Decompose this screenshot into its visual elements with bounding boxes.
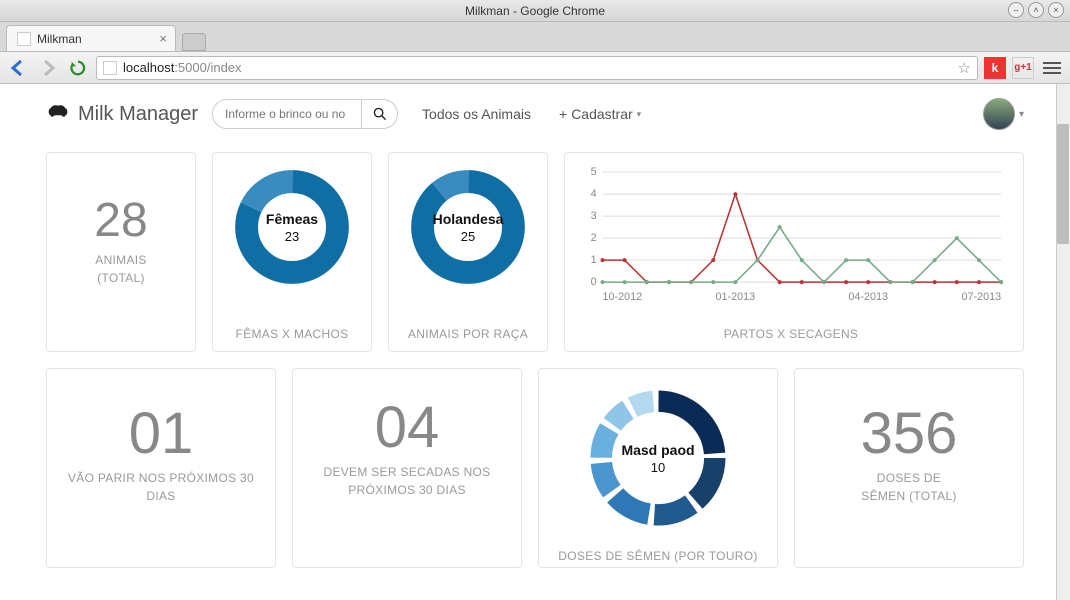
- brand[interactable]: Milk Manager: [46, 101, 198, 127]
- search-input[interactable]: [212, 99, 362, 129]
- forward-button[interactable]: [36, 56, 60, 80]
- page-icon: [103, 61, 117, 75]
- search-icon: [373, 107, 387, 121]
- total-animals-value: 28: [94, 197, 147, 245]
- linechart: 0 1 2 3 4 5 10-2012 01-2013 04-2013 07-2013: [575, 165, 1007, 305]
- donut-femmac-label: Fêmeas: [266, 211, 318, 227]
- chevron-down-icon: ▾: [637, 109, 642, 120]
- card-parir: 01 VÃO PARIR NOS PRÓXIMOS 30 DIAS: [46, 368, 276, 568]
- reload-button[interactable]: [66, 56, 90, 80]
- card-secadas: 04 DEVEM SER SECADAS NOS PRÓXIMOS 30 DIA…: [292, 368, 522, 568]
- search-button[interactable]: [362, 99, 398, 129]
- card-raca: Holandesa 25 ANIMAIS POR RAÇA: [388, 152, 548, 352]
- scroll-thumb[interactable]: [1057, 124, 1069, 244]
- tab-title: Milkman: [37, 32, 82, 46]
- address-bar[interactable]: localhost:5000/index ☆: [96, 56, 978, 80]
- browser-toolbar: localhost:5000/index ☆ k g+1: [0, 52, 1070, 84]
- vertical-scrollbar[interactable]: [1056, 84, 1070, 600]
- search-wrap: [212, 99, 398, 129]
- semen-total-label: DOSES DESÊMEN (TOTAL): [861, 469, 956, 505]
- svg-text:01-2013: 01-2013: [716, 291, 756, 303]
- brand-text: Milk Manager: [78, 103, 198, 126]
- chrome-menu-button[interactable]: [1040, 56, 1064, 80]
- avatar: [983, 98, 1015, 130]
- window-minimize-button[interactable]: –: [1008, 2, 1024, 18]
- favicon-icon: [17, 32, 31, 46]
- card-semen-total: 356 DOSES DESÊMEN (TOTAL): [794, 368, 1024, 568]
- donut-raca: Holandesa 25: [408, 167, 528, 287]
- cow-icon: [46, 101, 70, 127]
- card-semen-touro-caption: DOSES DE SÊMEN (POR TOURO): [558, 533, 757, 563]
- svg-text:2: 2: [591, 232, 597, 244]
- donut-raca-value: 25: [461, 229, 475, 244]
- page-viewport: Milk Manager Todos os Animais + Cadastra…: [0, 84, 1070, 600]
- url-path: :5000/index: [174, 60, 241, 75]
- nav-cadastrar[interactable]: + Cadastrar ▾: [559, 106, 641, 122]
- svg-text:5: 5: [591, 166, 597, 178]
- user-menu[interactable]: ▾: [983, 98, 1024, 130]
- card-semen-touro: Masd paod 10 DOSES DE SÊMEN (POR TOURO): [538, 368, 778, 568]
- card-linechart: 0 1 2 3 4 5 10-2012 01-2013 04-2013 07-2013 PARTO…: [564, 152, 1024, 352]
- donut-touro-label: Masd paod: [621, 442, 694, 458]
- tab-close-icon[interactable]: ×: [159, 31, 167, 46]
- card-total-animals: 28 ANIMAIS(TOTAL): [46, 152, 196, 352]
- svg-text:0: 0: [591, 276, 597, 288]
- secadas-label: DEVEM SER SECADAS NOS PRÓXIMOS 30 DIAS: [303, 463, 511, 499]
- browser-tabstrip: Milkman ×: [0, 22, 1070, 52]
- card-linechart-caption: PARTOS X SECAGENS: [724, 311, 858, 341]
- svg-text:3: 3: [591, 210, 597, 222]
- cadastrar-label: Cadastrar: [571, 106, 632, 122]
- nav-all-animals[interactable]: Todos os Animais: [422, 106, 531, 122]
- svg-text:10-2012: 10-2012: [602, 291, 642, 303]
- donut-femmac-value: 23: [285, 229, 299, 244]
- svg-text:1: 1: [591, 254, 597, 266]
- new-tab-button[interactable]: [182, 33, 206, 51]
- browser-tab[interactable]: Milkman ×: [6, 25, 176, 51]
- card-femmac-caption: FÊMAS X MACHOS: [236, 311, 349, 341]
- donut-raca-label: Holandesa: [433, 211, 504, 227]
- semen-total-value: 356: [861, 405, 958, 463]
- card-raca-caption: ANIMAIS POR RAÇA: [408, 311, 528, 341]
- donut-semen-touro: Masd paod 10: [583, 383, 733, 533]
- window-close-button[interactable]: ×: [1048, 2, 1064, 18]
- parir-value: 01: [129, 405, 194, 463]
- back-button[interactable]: [6, 56, 30, 80]
- secadas-value: 04: [375, 399, 440, 457]
- svg-text:4: 4: [591, 188, 597, 200]
- os-title: Milkman - Google Chrome: [465, 4, 605, 18]
- chevron-down-icon: ▾: [1019, 109, 1024, 120]
- svg-text:07-2013: 07-2013: [961, 291, 1001, 303]
- app-header: Milk Manager Todos os Animais + Cadastra…: [46, 84, 1024, 152]
- donut-femmac: Fêmeas 23: [232, 167, 352, 287]
- bookmark-star-icon[interactable]: ☆: [958, 59, 971, 77]
- card-femmac: Fêmeas 23 FÊMAS X MACHOS: [212, 152, 372, 352]
- window-maximize-button[interactable]: ˄: [1028, 2, 1044, 18]
- parir-label: VÃO PARIR NOS PRÓXIMOS 30 DIAS: [57, 469, 265, 505]
- extension-k-button[interactable]: k: [984, 57, 1006, 79]
- extension-gplus-button[interactable]: g+1: [1012, 57, 1034, 79]
- hamburger-icon: [1043, 62, 1061, 74]
- donut-touro-value: 10: [651, 460, 665, 475]
- plus-icon: +: [559, 106, 567, 122]
- total-animals-label: ANIMAIS(TOTAL): [95, 251, 146, 287]
- svg-text:04-2013: 04-2013: [848, 291, 888, 303]
- os-titlebar: Milkman - Google Chrome – ˄ ×: [0, 0, 1070, 22]
- url-host: localhost: [123, 60, 174, 75]
